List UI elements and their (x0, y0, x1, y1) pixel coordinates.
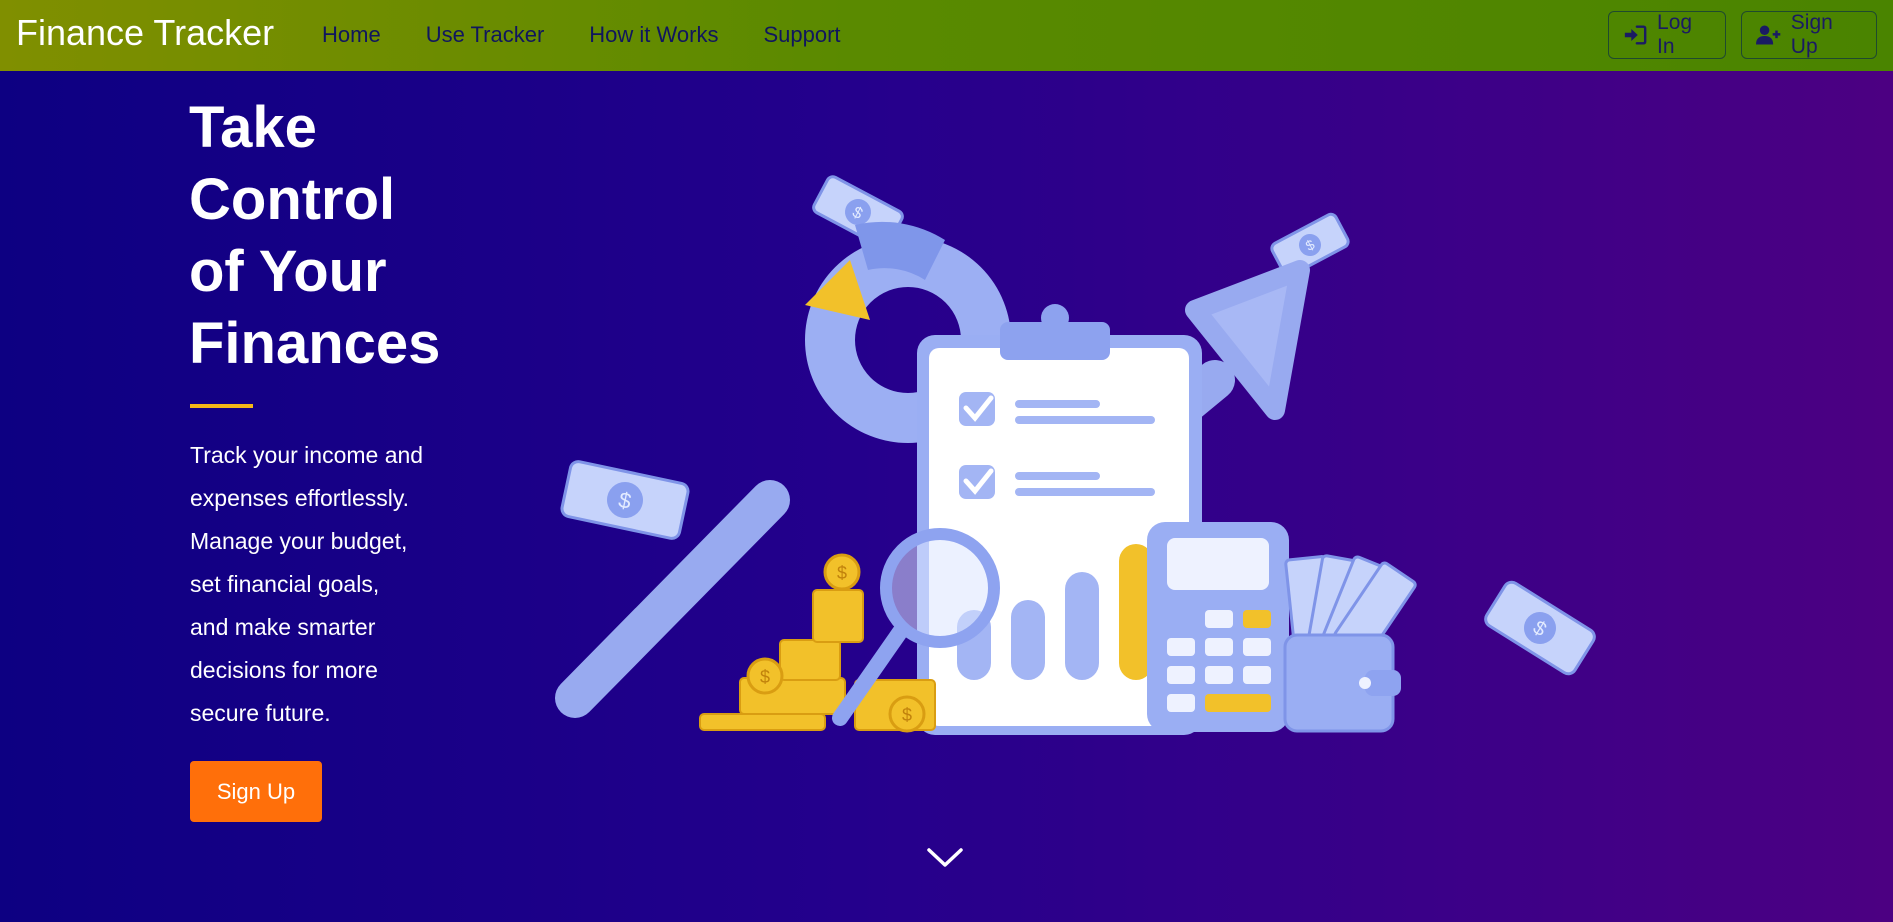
svg-text:$: $ (837, 563, 847, 583)
finance-illustration: $ $ $ $ $ $ $ (555, 175, 1596, 735)
login-label: Log In (1657, 11, 1693, 58)
hero-description-line: Track your income and (190, 442, 424, 468)
signup-label: Sign Up (1790, 11, 1833, 58)
nav-link-use-tracker[interactable]: Use Tracker (426, 22, 545, 48)
hero-description-line: and make smarter (190, 614, 376, 640)
hero-title-line: Finances (189, 311, 441, 376)
wallet-icon (1283, 554, 1417, 733)
hero-description-line: secure future. (190, 700, 331, 726)
hero-description: Track your income and expenses effortles… (190, 434, 460, 735)
nav-link-how-it-works[interactable]: How it Works (589, 22, 718, 48)
hero-title: Take Control of Your Finances (189, 92, 489, 380)
hero-title-line: of Your (189, 239, 387, 304)
signup-button[interactable]: Sign Up (1741, 11, 1877, 59)
hero-signup-button[interactable]: Sign Up (190, 761, 322, 822)
nav-link-support[interactable]: Support (763, 22, 840, 48)
hero-title-line: Control (189, 167, 396, 232)
hero-description-line: expenses effortlessly. (190, 485, 410, 511)
svg-text:$: $ (902, 705, 912, 725)
navbar: Finance Tracker Home Use Tracker How it … (0, 0, 1893, 71)
sign-in-icon (1624, 25, 1647, 45)
hero-description-line: Manage your budget, (190, 528, 408, 554)
brand-logo[interactable]: Finance Tracker (16, 12, 274, 54)
hero-description-line: set financial goals, (190, 571, 380, 597)
hero-description-line: decisions for more (190, 657, 378, 683)
nav-link-home[interactable]: Home (322, 22, 381, 48)
svg-text:$: $ (760, 667, 770, 687)
accent-divider (190, 404, 253, 408)
user-plus-icon (1756, 25, 1781, 45)
nav-links: Home Use Tracker How it Works Support (322, 22, 886, 48)
login-button[interactable]: Log In (1608, 11, 1726, 59)
hero-title-line: Take (189, 95, 317, 160)
chevron-down-icon[interactable] (926, 846, 964, 870)
calculator-icon (1147, 522, 1289, 732)
